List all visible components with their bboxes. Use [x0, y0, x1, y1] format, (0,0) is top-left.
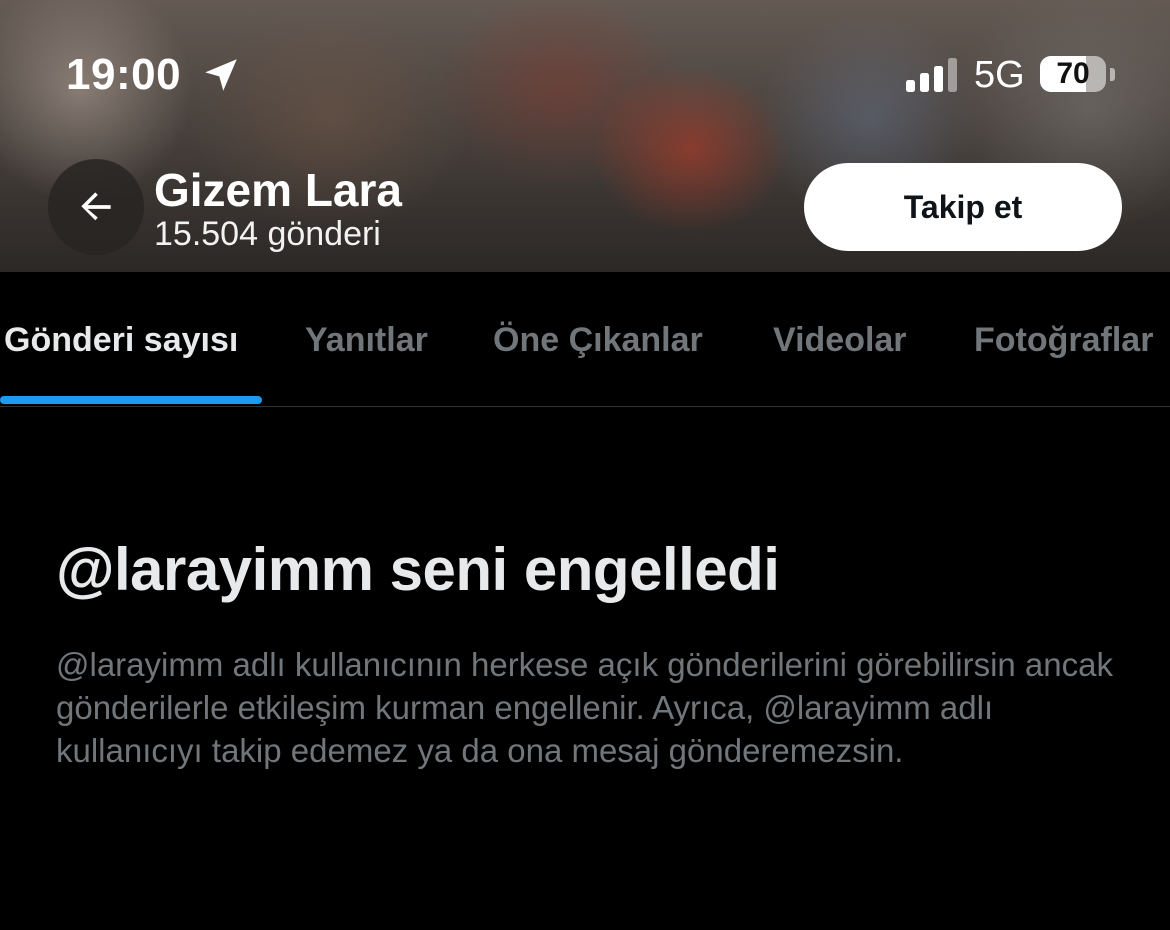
- back-button[interactable]: [48, 159, 144, 255]
- location-arrow-icon: [205, 59, 237, 91]
- cellular-signal-icon: [906, 58, 957, 92]
- post-count: 15.504 gönderi: [154, 215, 381, 253]
- profile-header: 19:00 5G 70 Gizem Lara 15.504 gönderi Ta…: [0, 0, 1170, 272]
- profile-tabs: Gönderi sayısı Yanıtlar Öne Çıkanlar Vid…: [0, 272, 1170, 407]
- follow-button[interactable]: Takip et: [804, 163, 1122, 251]
- blocked-description: @larayimm adlı kullanıcının herkese açık…: [56, 646, 1113, 769]
- battery-icon: 70: [1040, 56, 1116, 94]
- network-type: 5G: [974, 54, 1025, 96]
- tab-label: Fotoğraflar: [974, 321, 1154, 359]
- arrow-left-icon: [81, 192, 111, 221]
- battery-percent: 70: [1056, 57, 1090, 90]
- status-time: 19:00: [66, 50, 182, 99]
- blocked-title: @larayimm seni engelledi: [56, 536, 780, 603]
- profile-name: Gizem Lara: [154, 164, 402, 216]
- tab-label: Videolar: [773, 321, 907, 359]
- tab-label: Yanıtlar: [305, 321, 428, 359]
- active-tab-indicator: [0, 396, 262, 404]
- tab-label: Gönderi sayısı: [4, 321, 239, 359]
- tab-label: Öne Çıkanlar: [493, 321, 703, 359]
